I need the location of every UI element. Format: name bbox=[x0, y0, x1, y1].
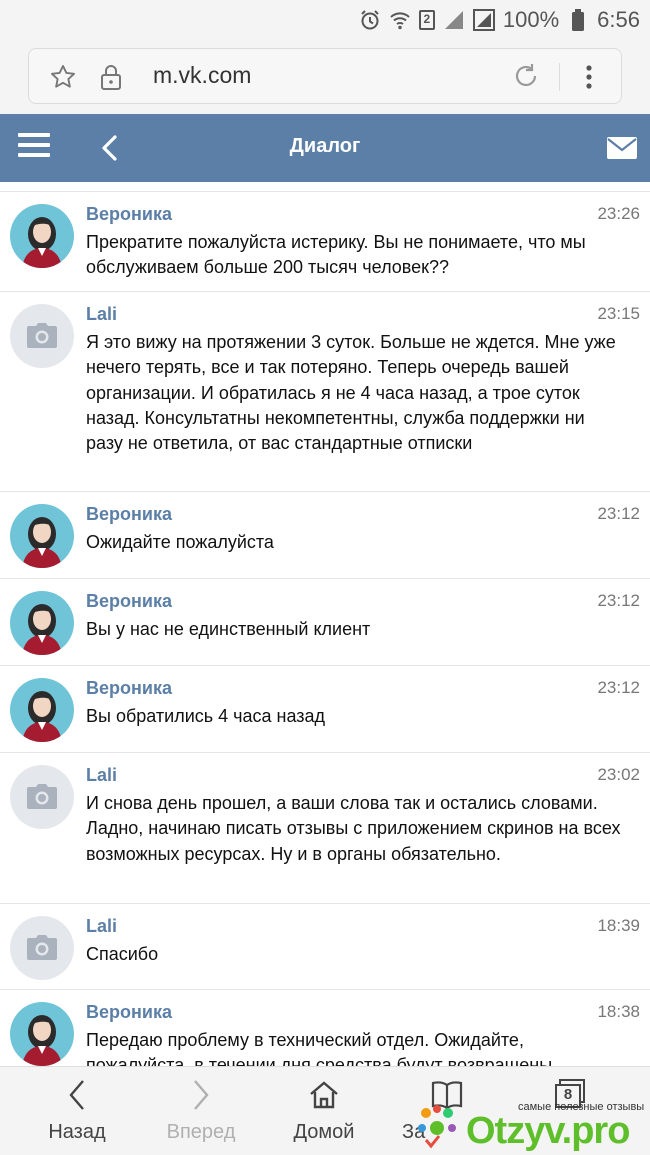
message-time: 18:38 bbox=[597, 1002, 640, 1021]
nav-home-label: Домой bbox=[293, 1121, 355, 1143]
message-text: Вы у нас не единственный клиент bbox=[86, 619, 371, 639]
message-text: Прекратите пожалуйста истерику. Вы не по… bbox=[86, 232, 586, 278]
sim-slot-icon: 2 bbox=[418, 10, 435, 30]
list-top-spacer bbox=[0, 182, 650, 191]
home-icon bbox=[269, 1077, 379, 1113]
message-time: 18:39 bbox=[597, 916, 640, 935]
reload-icon[interactable] bbox=[511, 61, 541, 96]
message-time: 23:02 bbox=[597, 765, 640, 784]
message-author[interactable]: Lali bbox=[86, 765, 117, 786]
camera-icon[interactable] bbox=[10, 304, 74, 368]
otzyv-logo-icon bbox=[412, 1104, 462, 1150]
woman-avatar-icon[interactable] bbox=[10, 204, 74, 268]
message-author[interactable]: Lali bbox=[86, 304, 117, 325]
message-row[interactable]: Вероника 23:12 Ожидайте пожалуйста bbox=[0, 491, 650, 578]
message-text: Ожидайте пожалуйста bbox=[86, 532, 274, 552]
message-row[interactable]: Lali 23:02 И снова день прошел, а ваши сло… bbox=[0, 752, 650, 903]
status-bar: 2 100% 6:56 bbox=[0, 0, 650, 40]
mail-icon[interactable] bbox=[606, 136, 638, 165]
battery-level: 100% bbox=[502, 7, 560, 32]
message-text: И снова день прошел, а ваши слова так и … bbox=[86, 793, 621, 864]
browser-toolbar: m.vk.com bbox=[0, 40, 650, 114]
no-signal-icon bbox=[472, 9, 495, 31]
message-time: 23:12 bbox=[597, 591, 640, 610]
nav-forward-button[interactable]: Вперед bbox=[146, 1077, 256, 1144]
watermark: самые полезные отзывы Otzyv.pro bbox=[412, 1100, 648, 1152]
url-text[interactable]: m.vk.com bbox=[153, 62, 251, 89]
clock: 6:56 bbox=[597, 7, 640, 32]
message-author[interactable]: Вероника bbox=[86, 678, 172, 699]
message-author[interactable]: Вероника bbox=[86, 504, 172, 525]
message-row[interactable]: Lali 18:39 Спасибо bbox=[0, 903, 650, 989]
message-author[interactable]: Вероника bbox=[86, 1002, 172, 1023]
lock-icon bbox=[99, 63, 123, 96]
page-title: Диалог bbox=[289, 135, 361, 157]
message-list[interactable]: Вероника 23:26 Прекратите пожалуйста истер… bbox=[0, 182, 650, 1066]
chevron-right-icon bbox=[146, 1077, 256, 1113]
chevron-left-icon bbox=[22, 1077, 132, 1113]
signal-icon bbox=[443, 9, 465, 31]
message-text: Я это вижу на протяжении 3 суток. Больше… bbox=[86, 332, 616, 454]
message-author[interactable]: Вероника bbox=[86, 591, 172, 612]
more-options-icon[interactable] bbox=[579, 62, 599, 97]
message-author[interactable]: Lali bbox=[86, 916, 117, 937]
camera-icon[interactable] bbox=[10, 765, 74, 829]
status-icons: 2 100% 6:56 bbox=[359, 6, 640, 34]
message-time: 23:26 bbox=[597, 204, 640, 223]
message-row[interactable]: Вероника 23:26 Прекратите пожалуйста истер… bbox=[0, 191, 650, 291]
nav-home-button[interactable]: Домой bbox=[269, 1077, 379, 1144]
battery-icon bbox=[567, 9, 589, 31]
woman-avatar-icon[interactable] bbox=[10, 504, 74, 568]
star-icon[interactable] bbox=[49, 63, 77, 96]
app-header: Диалог bbox=[0, 114, 650, 182]
message-row[interactable]: Вероника 23:12 Вы обратились 4 часа назад bbox=[0, 665, 650, 752]
message-time: 23:15 bbox=[597, 304, 640, 323]
camera-icon[interactable] bbox=[10, 916, 74, 980]
woman-avatar-icon[interactable] bbox=[10, 591, 74, 655]
nav-back-label: Назад bbox=[48, 1121, 106, 1143]
message-text: Спасибо bbox=[86, 944, 159, 964]
message-row[interactable]: Lali 23:15 Я это вижу на протяжении 3 суто… bbox=[0, 291, 650, 491]
nav-forward-label: Вперед bbox=[166, 1121, 236, 1143]
watermark-brand: Otzyv.pro bbox=[466, 1110, 630, 1152]
nav-back-button[interactable]: Назад bbox=[22, 1077, 132, 1144]
message-time: 23:12 bbox=[597, 504, 640, 523]
message-text: Передаю проблему в технический отдел. Ож… bbox=[86, 1030, 553, 1066]
address-bar[interactable]: m.vk.com bbox=[28, 48, 622, 104]
wifi-icon bbox=[389, 9, 411, 31]
alarm-icon bbox=[359, 9, 381, 31]
toolbar-divider bbox=[559, 63, 560, 91]
message-row[interactable]: Вероника 18:38 Передаю проблему в техничес… bbox=[0, 989, 650, 1066]
message-time: 23:12 bbox=[597, 678, 640, 697]
message-author[interactable]: Вероника bbox=[86, 204, 172, 225]
woman-avatar-icon[interactable] bbox=[10, 1002, 74, 1066]
message-text: Вы обратились 4 часа назад bbox=[86, 706, 326, 726]
message-row[interactable]: Вероника 23:12 Вы у нас не единственный кл… bbox=[0, 578, 650, 665]
woman-avatar-icon[interactable] bbox=[10, 678, 74, 742]
